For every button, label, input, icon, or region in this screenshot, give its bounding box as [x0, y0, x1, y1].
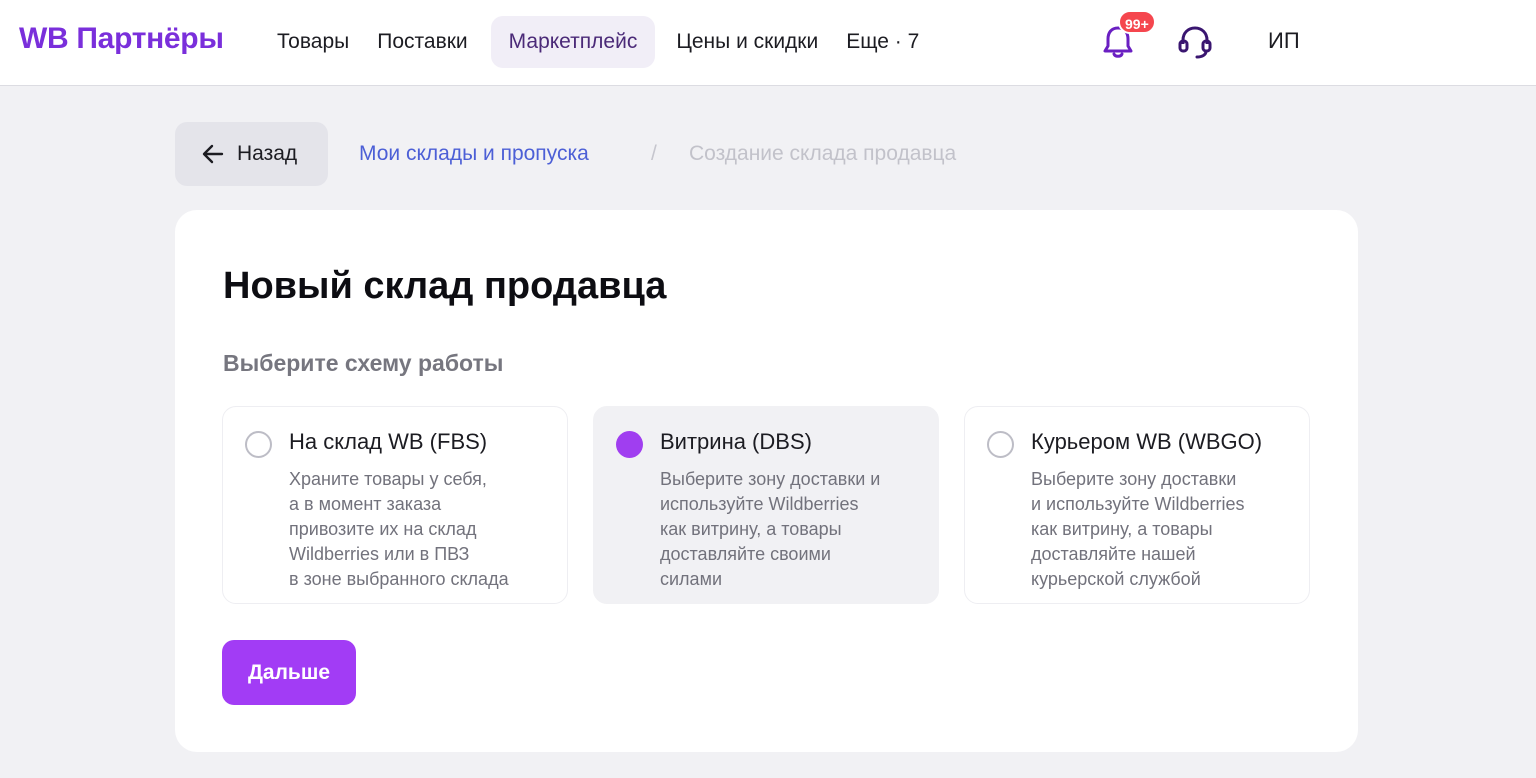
option-fbs-line: Wildberries или в ПВЗ [289, 544, 470, 564]
option-fbs-line: Храните товары у себя, [289, 469, 487, 489]
page-title: Новый склад продавца [223, 265, 667, 307]
breadcrumb-separator: / [651, 142, 657, 165]
nav-item-supplies[interactable]: Поставки [364, 16, 480, 68]
option-fbs-line: а в момент заказа [289, 494, 442, 514]
option-wbgo-line: курьерской службой [1031, 569, 1201, 589]
nav-item-more[interactable]: Еще · 7 [833, 16, 932, 68]
option-fbs-line: привозите их на склад [289, 519, 477, 539]
top-bar: WB Партнёры Товары Поставки Маркетплейс … [0, 0, 1536, 86]
option-dbs-line: Выберите зону доставки и [660, 469, 881, 489]
option-fbs-title: На склад WB (FBS) [289, 429, 488, 454]
nav-item-products[interactable]: Товары [264, 16, 362, 68]
option-wbgo-line: доставляйте нашей [1031, 544, 1196, 564]
back-button-label: Назад [237, 142, 298, 165]
radio-fbs[interactable] [245, 431, 272, 458]
radio-dbs[interactable] [616, 431, 643, 458]
option-dbs-description: Выберите зону доставки и используйте Wil… [660, 467, 930, 592]
section-subtitle: Выберите схему работы [223, 350, 504, 376]
breadcrumb-warehouses-link[interactable]: Мои склады и пропуска [359, 142, 589, 166]
option-wbgo-line: и используйте Wildberries [1031, 494, 1245, 514]
back-button[interactable]: Назад [175, 122, 328, 186]
next-button[interactable]: Дальше [222, 640, 356, 705]
option-dbs-title: Витрина (DBS) [660, 429, 812, 454]
headset-icon[interactable] [1176, 23, 1214, 61]
option-wbgo-description: Выберите зону доставки и используйте Wil… [1031, 467, 1301, 592]
option-fbs-description: Храните товары у себя, а в момент заказа… [289, 467, 559, 592]
option-dbs-line: силами [660, 569, 722, 589]
nav-item-prices[interactable]: Цены и скидки [663, 16, 831, 68]
option-wbgo-title: Курьером WB (WBGO) [1031, 429, 1263, 454]
create-warehouse-card: Новый склад продавца Выберите схему рабо… [175, 210, 1358, 752]
option-dbs-line: используйте Wildberries [660, 494, 859, 514]
option-wbgo-line: как витрину, а товары [1031, 519, 1213, 539]
option-fbs-line: в зоне выбранного склада [289, 569, 509, 589]
main-nav: Товары Поставки Маркетплейс Цены и скидк… [264, 16, 934, 68]
logo[interactable]: WB Партнёры [19, 22, 224, 56]
option-dbs-line: как витрину, а товары [660, 519, 842, 539]
radio-wbgo[interactable] [987, 431, 1014, 458]
option-wbgo-line: Выберите зону доставки [1031, 469, 1237, 489]
option-fbs[interactable]: На склад WB (FBS) Храните товары у себя,… [222, 406, 568, 604]
option-wbgo[interactable]: Курьером WB (WBGO) Выберите зону доставк… [964, 406, 1310, 604]
option-dbs-line: доставляйте своими [660, 544, 831, 564]
option-dbs[interactable]: Витрина (DBS) Выберите зону доставки и и… [593, 406, 939, 604]
arrow-left-icon [202, 144, 224, 164]
nav-item-marketplace[interactable]: Маркетплейс [490, 16, 656, 68]
notifications-badge: 99+ [1118, 10, 1156, 34]
breadcrumb-current: Создание склада продавца [689, 142, 957, 165]
profile-button[interactable]: ИП [1268, 28, 1300, 54]
